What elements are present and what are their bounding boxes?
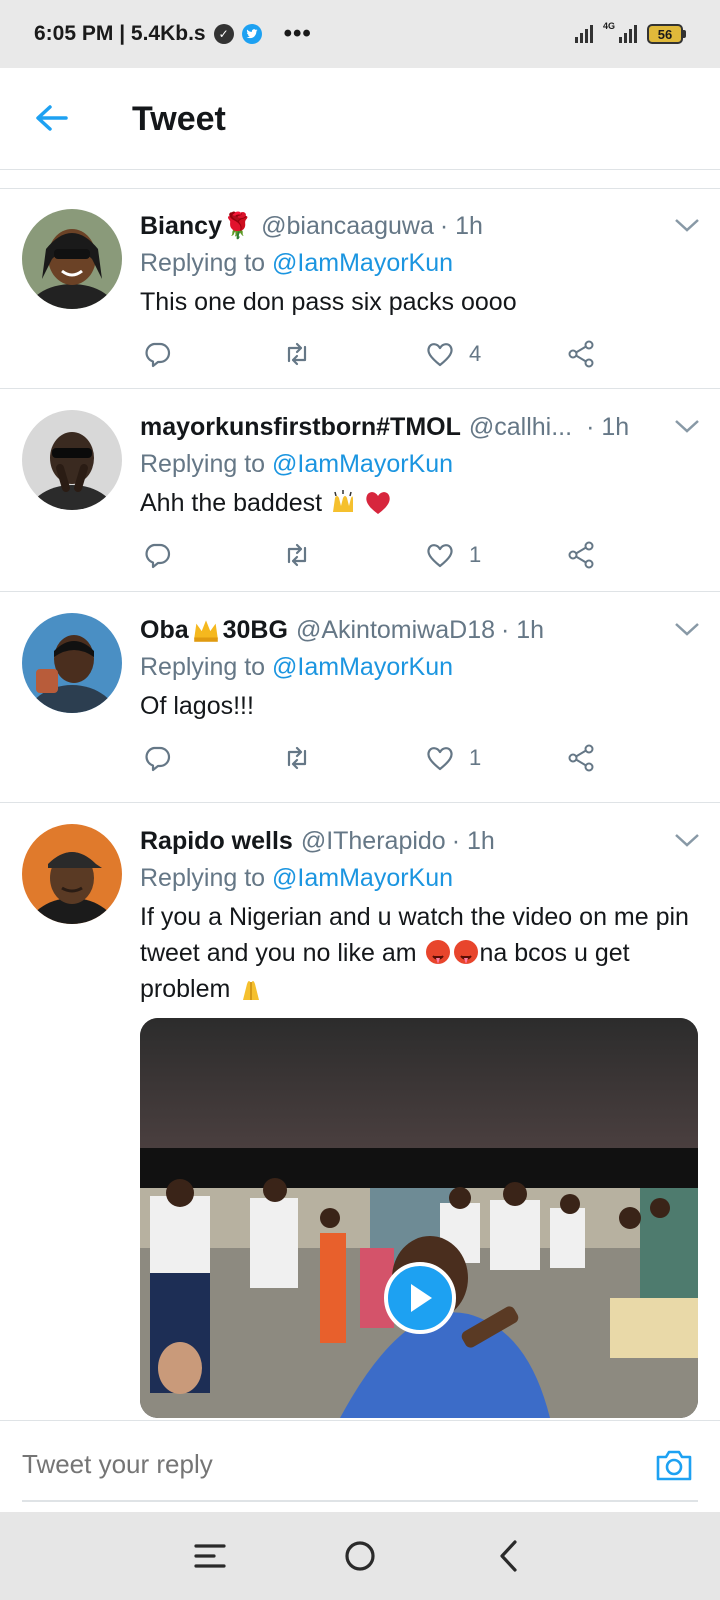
video-player[interactable] (140, 1018, 698, 1418)
reply-button[interactable] (142, 540, 172, 570)
tweet-text: Ahh the baddest (140, 485, 700, 521)
reply-icon (145, 342, 171, 368)
replying-prefix: Replying to (140, 864, 273, 892)
battery-level: 56 (647, 24, 683, 44)
replying-to: Replying to @IamMayorKun (140, 246, 700, 280)
more-notifications-icon: ••• (283, 20, 312, 47)
twitter-notification-icon (241, 24, 262, 44)
retweet-button[interactable] (282, 540, 312, 570)
signal-icon-2 (619, 25, 637, 43)
top-app-bar: Tweet (0, 68, 720, 170)
replying-to: Replying to @IamMayorKun (140, 650, 700, 684)
author-name[interactable]: Biancy🌹 (140, 209, 253, 243)
author-handle[interactable]: @AkintomiwaD18 (296, 613, 495, 647)
reply-tweet[interactable]: mayorkunsfirstborn#TMOL @callhi... · 1h … (0, 390, 720, 592)
verified-icon: ✓ (213, 24, 234, 44)
like-button[interactable]: 4 (425, 339, 481, 369)
share-button[interactable] (566, 540, 596, 570)
reply-button[interactable] (142, 743, 172, 773)
avatar[interactable] (22, 613, 122, 713)
tweet-time: · 1h (586, 413, 630, 441)
replying-prefix: Replying to (140, 249, 273, 277)
author-handle[interactable]: @biancaaguwa (261, 209, 434, 243)
tweet-time: · 1h (439, 212, 483, 240)
author-name[interactable]: Oba (140, 613, 189, 647)
mention-link[interactable]: @IamMayorKun (272, 653, 453, 681)
share-icon (568, 541, 594, 569)
page-title: Tweet (132, 100, 226, 138)
mention-link[interactable]: @IamMayorKun (272, 864, 453, 892)
author-name-suffix[interactable]: 30BG (223, 613, 288, 647)
chevron-down-icon[interactable] (674, 217, 700, 233)
avatar[interactable] (22, 209, 122, 309)
hot-face-emoji-icon (425, 940, 450, 964)
network-type: 4G (602, 21, 615, 31)
battery-icon: 56 (647, 24, 686, 44)
hot-face-emoji-icon (453, 940, 478, 964)
home-icon[interactable] (342, 1538, 378, 1574)
replying-to: Replying to @IamMayorKun (140, 861, 700, 895)
retweet-icon (287, 342, 307, 366)
signal-icon (574, 25, 593, 43)
share-icon (568, 340, 594, 368)
replying-prefix: Replying to (140, 450, 273, 478)
retweet-icon (287, 543, 307, 567)
heart-icon (427, 544, 453, 568)
tweet-text-content: Ahh the baddest (140, 489, 330, 517)
like-count: 1 (469, 745, 482, 770)
retweet-button[interactable] (282, 339, 312, 369)
raised-hands-emoji-icon (333, 490, 354, 512)
input-underline (22, 1500, 698, 1502)
status-bar: 6:05 PM | 5.4Kb.s ✓ ••• 4G 56 (0, 0, 720, 68)
author-handle[interactable]: @callhi... (469, 410, 572, 444)
mention-link[interactable]: @IamMayorKun (272, 450, 453, 478)
reply-composer-bar (0, 1420, 720, 1510)
author-handle[interactable]: @ITherapido (301, 824, 446, 858)
share-icon (568, 744, 594, 772)
share-button[interactable] (566, 339, 596, 369)
tweet-text: If you a Nigerian and u watch the video … (140, 899, 700, 1007)
reply-icon (145, 543, 171, 569)
red-heart-emoji-icon (366, 492, 390, 514)
tweet-time: · 1h (451, 827, 495, 855)
like-button[interactable]: 1 (425, 743, 481, 773)
tweet-text: Of lagos!!! (140, 692, 254, 720)
heart-icon (427, 747, 453, 771)
mention-link[interactable]: @IamMayorKun (272, 249, 453, 277)
system-navigation-bar (0, 1512, 720, 1600)
author-name[interactable]: mayorkunsfirstborn#TMOL (140, 410, 461, 444)
replying-prefix: Replying to (140, 653, 273, 681)
retweet-icon (287, 746, 307, 770)
reply-tweet[interactable]: Oba 30BG @AkintomiwaD18 · 1h Replying to… (0, 593, 720, 803)
status-time: 6:05 PM | 5.4Kb.s (34, 22, 206, 45)
video-thumbnail (140, 1018, 698, 1418)
author-name[interactable]: Rapido wells (140, 824, 293, 858)
reply-icon (145, 746, 171, 772)
menu-icon[interactable] (192, 1538, 228, 1574)
retweet-button[interactable] (282, 743, 312, 773)
reply-button[interactable] (142, 339, 172, 369)
like-button[interactable]: 1 (425, 540, 481, 570)
tweet-text: This one don pass six packs oooo (140, 288, 517, 316)
crown-emoji-icon (193, 620, 218, 642)
avatar[interactable] (22, 410, 122, 510)
back-arrow-icon[interactable] (32, 98, 72, 138)
like-count: 1 (469, 542, 482, 567)
chevron-down-icon[interactable] (674, 418, 700, 434)
like-count: 4 (469, 341, 482, 366)
camera-icon[interactable] (654, 1447, 694, 1483)
reply-tweet[interactable]: Biancy🌹 @biancaaguwa · 1h Replying to @I… (0, 189, 720, 389)
back-icon[interactable] (492, 1538, 528, 1574)
tweet-time: · 1h (501, 616, 545, 644)
chevron-down-icon[interactable] (674, 832, 700, 848)
play-icon (411, 1284, 432, 1312)
chevron-down-icon[interactable] (674, 621, 700, 637)
folded-hands-emoji-icon (243, 981, 260, 1000)
avatar[interactable] (22, 824, 122, 924)
share-button[interactable] (566, 743, 596, 773)
heart-icon (427, 343, 453, 367)
play-button[interactable] (384, 1262, 456, 1334)
replying-to: Replying to @IamMayorKun (140, 447, 700, 481)
reply-input[interactable] (22, 1449, 582, 1480)
